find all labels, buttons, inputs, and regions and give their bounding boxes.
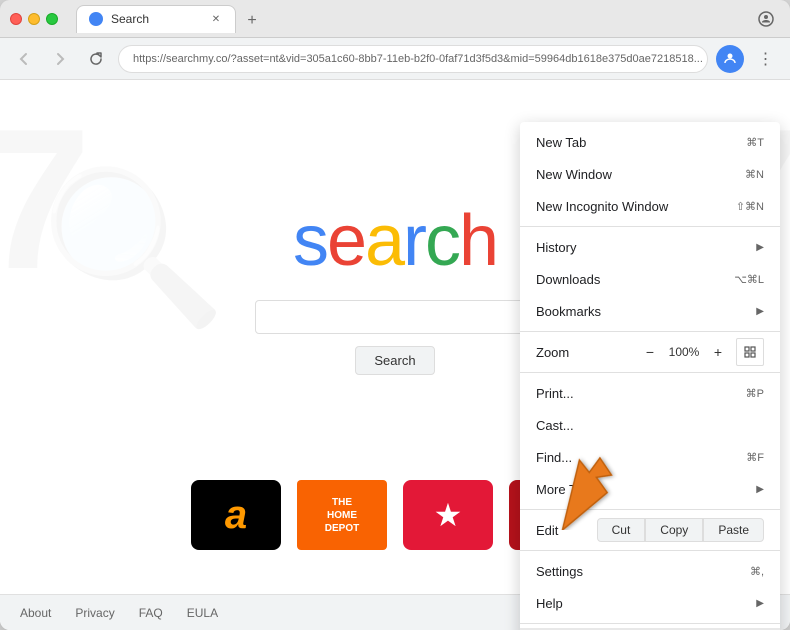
- arrow-pointer: [540, 440, 630, 535]
- zoom-fullscreen-button[interactable]: [736, 338, 764, 366]
- maximize-window-button[interactable]: [46, 13, 58, 25]
- url-text: https://searchmy.co/?asset=nt&vid=305a1c…: [133, 53, 703, 65]
- tab-title: Search: [111, 12, 149, 26]
- logo-letter-h: h: [459, 201, 497, 281]
- new-tab-button[interactable]: +: [240, 9, 264, 33]
- menu-item-print[interactable]: Print... ⌘P: [520, 377, 780, 409]
- homedepot-logo: THEHOMEDEPOT: [325, 496, 359, 535]
- paste-button[interactable]: Paste: [703, 518, 764, 542]
- divider-6: [520, 623, 780, 624]
- menu-item-history[interactable]: History ▶: [520, 231, 780, 263]
- logo-letter-r: r: [403, 201, 425, 281]
- page-content: 7 7 🔍 search Search a THEHOMEDEPOT ★ JC: [0, 80, 790, 630]
- zoom-in-button[interactable]: +: [704, 338, 732, 366]
- logo-letter-a: a: [365, 201, 403, 281]
- zoom-control: Zoom − 100% +: [520, 336, 780, 368]
- footer-privacy-link[interactable]: Privacy: [75, 606, 114, 620]
- traffic-lights: [10, 13, 58, 25]
- footer-about-link[interactable]: About: [20, 606, 51, 620]
- close-tab-button[interactable]: ✕: [209, 12, 223, 26]
- title-bar: Search ✕ +: [0, 0, 790, 38]
- chrome-dropdown-menu: New Tab ⌘T New Window ⌘N New Incognito W…: [520, 122, 780, 630]
- browser-window: Search ✕ + https://searchmy.co/?asset=nt…: [0, 0, 790, 630]
- divider-3: [520, 372, 780, 373]
- footer-faq-link[interactable]: FAQ: [139, 606, 163, 620]
- macys-logo: ★: [434, 496, 463, 534]
- tab-favicon: [89, 12, 103, 26]
- menu-item-downloads[interactable]: Downloads ⌥⌘L: [520, 263, 780, 295]
- zoom-out-button[interactable]: −: [636, 338, 664, 366]
- menu-item-help[interactable]: Help ▶: [520, 587, 780, 619]
- active-tab[interactable]: Search ✕: [76, 5, 236, 33]
- footer-eula-link[interactable]: EULA: [187, 606, 218, 620]
- menu-item-cast[interactable]: Cast...: [520, 409, 780, 441]
- logo-letter-s: s: [293, 201, 327, 281]
- refresh-button[interactable]: [82, 45, 110, 73]
- back-button[interactable]: [10, 45, 38, 73]
- search-button[interactable]: Search: [355, 346, 434, 375]
- logo-letter-c: c: [425, 201, 459, 281]
- profile-button[interactable]: [716, 45, 744, 73]
- divider-5: [520, 550, 780, 551]
- copy-button[interactable]: Copy: [645, 518, 703, 542]
- tab-bar: Search ✕ +: [76, 5, 744, 33]
- divider-2: [520, 331, 780, 332]
- search-input[interactable]: [255, 300, 535, 334]
- forward-button[interactable]: [46, 45, 74, 73]
- address-input[interactable]: https://searchmy.co/?asset=nt&vid=305a1c…: [118, 45, 708, 73]
- chrome-menu-button[interactable]: ⋮: [752, 45, 780, 73]
- menu-item-new-tab[interactable]: New Tab ⌘T: [520, 126, 780, 158]
- menu-item-new-window[interactable]: New Window ⌘N: [520, 158, 780, 190]
- menu-item-settings[interactable]: Settings ⌘,: [520, 555, 780, 587]
- shortcut-macys[interactable]: ★: [403, 480, 493, 550]
- menu-item-bookmarks[interactable]: Bookmarks ▶: [520, 295, 780, 327]
- profile-options-icon: [752, 5, 780, 33]
- shortcut-amazon[interactable]: a: [191, 480, 281, 550]
- amazon-logo: a: [225, 493, 247, 538]
- address-bar: https://searchmy.co/?asset=nt&vid=305a1c…: [0, 38, 790, 80]
- menu-item-new-incognito[interactable]: New Incognito Window ⇧⌘N: [520, 190, 780, 222]
- close-window-button[interactable]: [10, 13, 22, 25]
- shortcut-homedepot[interactable]: THEHOMEDEPOT: [297, 480, 387, 550]
- minimize-window-button[interactable]: [28, 13, 40, 25]
- logo-letter-e: e: [327, 201, 365, 281]
- search-box-container: Search: [255, 300, 535, 375]
- zoom-value: 100%: [664, 345, 704, 359]
- divider-1: [520, 226, 780, 227]
- search-logo: search: [293, 200, 497, 282]
